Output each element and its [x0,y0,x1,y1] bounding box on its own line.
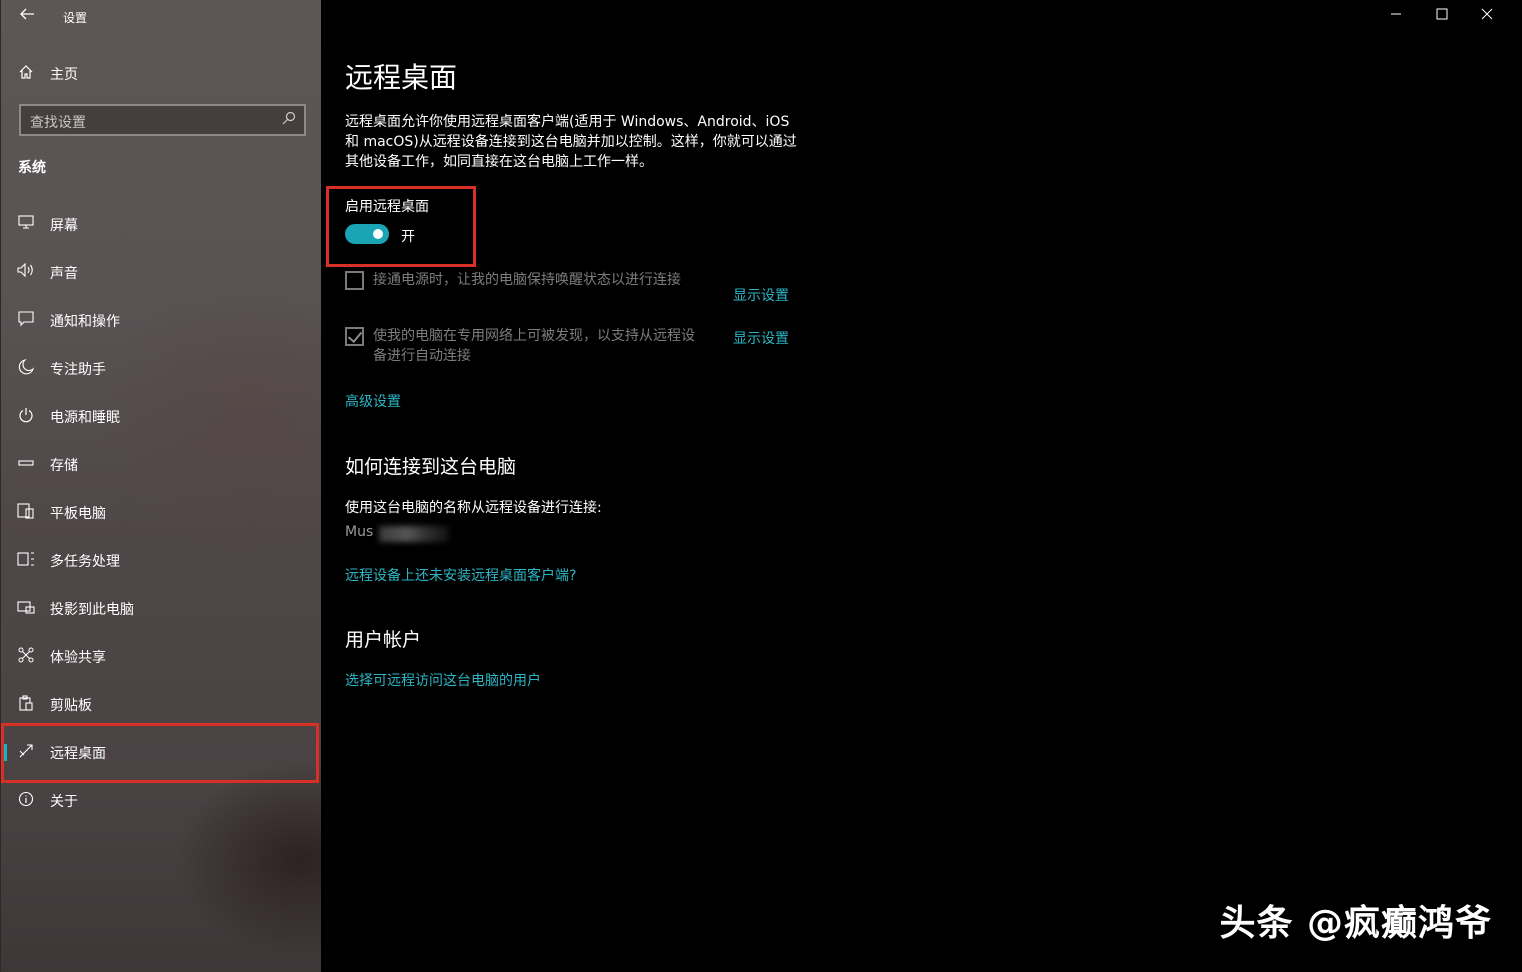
display-settings-link-2[interactable]: 显示设置 [733,328,789,348]
discoverable-checkbox[interactable] [345,327,364,346]
select-users-link[interactable]: 选择可远程访问这台电脑的用户 [345,670,541,690]
sidebar-item-label: 通知和操作 [50,314,120,330]
sidebar-item-label: 关于 [50,794,78,810]
section-heading: 系统 [18,160,46,176]
keep-awake-checkbox[interactable] [345,271,364,290]
home-icon [17,64,35,82]
storage-icon [17,455,35,473]
tablet-icon [17,503,35,521]
search-icon[interactable] [282,111,298,129]
sidebar-item-shared-experiences[interactable]: 体验共享 [1,632,322,680]
window-controls [1382,0,1522,34]
project-icon [17,599,35,617]
sidebar-item-label: 声音 [50,266,78,282]
keep-awake-label: 接通电源时，让我的电脑保持唤醒状态以进行连接 [373,272,681,288]
highlight-box [1,723,319,783]
highlight-box [326,186,476,267]
sidebar: 设置 主页 查找设置 系统 屏幕 声音 通知和操作 专注助手 电源和睡眠 存储 … [0,0,321,972]
sidebar-item-label: 主页 [50,67,78,83]
display-settings-link-1[interactable]: 显示设置 [733,285,789,305]
redacted-pc-name [379,526,449,542]
sidebar-item-multitasking[interactable]: 多任务处理 [1,536,322,584]
sidebar-item-project[interactable]: 投影到此电脑 [1,584,322,632]
sidebar-item-about[interactable]: 关于 [1,776,322,824]
sidebar-item-tablet[interactable]: 平板电脑 [1,488,322,536]
sidebar-item-label: 剪贴板 [50,698,92,714]
sidebar-item-display[interactable]: 屏幕 [1,200,322,248]
sidebar-item-clipboard[interactable]: 剪贴板 [1,680,322,728]
how-to-connect-text: 使用这台电脑的名称从远程设备进行连接: [345,500,602,516]
sidebar-item-label: 平板电脑 [50,506,106,522]
back-arrow-icon[interactable] [15,6,39,28]
sidebar-item-label: 电源和睡眠 [50,410,120,426]
page-title: 远程桌面 [345,61,458,94]
watermark: 头条 @疯癫鸿爷 [1219,903,1492,944]
sidebar-item-label: 屏幕 [50,218,78,234]
client-not-installed-link[interactable]: 远程设备上还未安装远程桌面客户端? [345,565,576,585]
monitor-icon [17,215,35,233]
speaker-icon [17,262,35,281]
sidebar-item-label: 专注助手 [50,362,106,378]
close-icon[interactable] [1475,5,1499,27]
power-icon [17,407,35,425]
multitask-icon [17,551,35,569]
search-placeholder: 查找设置 [30,115,86,131]
main-content: 远程桌面 远程桌面允许你使用远程桌面客户端(适用于 Windows、Androi… [321,0,1522,972]
sidebar-item-power[interactable]: 电源和睡眠 [1,392,322,440]
discoverable-label-line1: 使我的电脑在专用网络上可被发现，以支持从远程设 [373,328,695,344]
advanced-settings-link[interactable]: 高级设置 [345,391,401,411]
sidebar-item-home[interactable]: 主页 [1,58,322,88]
sidebar-item-label: 多任务处理 [50,554,120,570]
app-title: 设置 [63,11,88,25]
pc-name: Mus [345,524,374,540]
sidebar-item-label: 体验共享 [50,650,106,666]
sidebar-item-notifications[interactable]: 通知和操作 [1,296,322,344]
title-bar: 设置 [1,0,322,34]
sidebar-item-label: 投影到此电脑 [50,602,134,618]
info-icon [17,791,35,809]
sidebar-item-label: 存储 [50,458,78,474]
maximize-icon[interactable] [1430,5,1454,27]
sidebar-item-storage[interactable]: 存储 [1,440,322,488]
sidebar-item-focus-assist[interactable]: 专注助手 [1,344,322,392]
sidebar-item-sound[interactable]: 声音 [1,248,322,296]
user-accounts-heading: 用户帐户 [345,629,422,651]
message-icon [17,311,35,329]
how-to-connect-heading: 如何连接到这台电脑 [345,456,517,478]
discoverable-label-line2: 备进行自动连接 [373,348,471,364]
moon-icon [17,359,35,377]
search-input[interactable]: 查找设置 [19,104,306,136]
clipboard-icon [17,695,35,713]
share-icon [17,647,35,665]
page-description: 远程桌面允许你使用远程桌面客户端(适用于 Windows、Android、iOS… [345,114,797,170]
minimize-icon[interactable] [1384,5,1408,27]
